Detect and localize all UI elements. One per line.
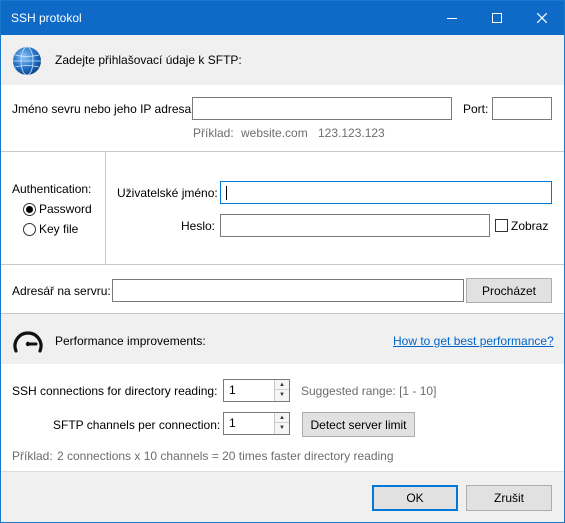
spin-up-button[interactable]: ▲ <box>275 380 289 390</box>
ssh-connections-label: SSH connections for directory reading: <box>12 384 218 398</box>
username-input[interactable] <box>220 181 552 204</box>
performance-label: Performance improvements: <box>55 334 206 348</box>
port-input[interactable] <box>492 97 552 120</box>
auth-section: Authentication: Password Key file Uživat… <box>1 152 564 264</box>
password-radio-label[interactable]: Password <box>39 202 92 216</box>
keyfile-radio-label[interactable]: Key file <box>39 222 78 236</box>
show-password-checkbox[interactable] <box>495 219 508 232</box>
auth-label: Authentication: <box>12 182 92 196</box>
maximize-icon <box>491 13 502 23</box>
spin-buttons: ▲ ▼ <box>274 380 289 401</box>
header-text: Zadejte přihlašovací údaje k SFTP: <box>55 53 242 67</box>
spin-down-button[interactable]: ▼ <box>275 423 289 433</box>
username-label: Uživatelské jméno: <box>117 186 218 200</box>
directory-input[interactable] <box>112 279 464 302</box>
spin-up-button[interactable]: ▲ <box>275 413 289 423</box>
maximize-button[interactable] <box>474 1 519 35</box>
connections-example-label: Příklad: <box>12 449 53 463</box>
directory-label: Adresář na servru: <box>12 284 111 298</box>
port-label: Port: <box>463 102 489 116</box>
ok-button[interactable]: OK <box>372 485 458 511</box>
server-label: Jméno sevru nebo jeho IP adresa: <box>12 102 195 116</box>
server-input[interactable] <box>192 97 452 120</box>
ssh-connections-stepper[interactable]: 1 ▲ ▼ <box>223 379 290 402</box>
window-title: SSH protokol <box>11 11 82 25</box>
sftp-channels-label: SFTP channels per connection: <box>53 418 221 432</box>
minimize-icon <box>446 18 457 19</box>
server-example-label: Příklad: <box>193 126 234 140</box>
connections-example-text: 2 connections x 10 channels = 20 times f… <box>57 449 394 463</box>
title-bar: SSH protokol <box>1 1 564 35</box>
server-example-2: 123.123.123 <box>318 126 385 140</box>
show-password-label[interactable]: Zobraz <box>511 219 548 233</box>
sftp-channels-stepper[interactable]: 1 ▲ ▼ <box>223 412 290 435</box>
detect-server-limit-button[interactable]: Detect server limit <box>302 412 415 437</box>
best-performance-link[interactable]: How to get best performance? <box>393 334 554 348</box>
minimize-button[interactable] <box>429 1 474 35</box>
connections-section: SSH connections for directory reading: 1… <box>1 364 564 471</box>
server-section: Jméno sevru nebo jeho IP adresa: Port: P… <box>1 85 564 151</box>
text-caret <box>226 186 227 200</box>
password-label: Heslo: <box>181 219 216 233</box>
password-input[interactable] <box>220 214 490 237</box>
ssh-connections-value: 1 <box>229 383 236 397</box>
browse-button[interactable]: Procházet <box>466 278 552 303</box>
close-icon <box>536 13 547 23</box>
header-band: Zadejte přihlašovací údaje k SFTP: <box>1 35 564 85</box>
server-example-1: website.com <box>241 126 308 140</box>
cancel-button[interactable]: Zrušit <box>466 485 552 511</box>
dialog-footer: OK Zrušit <box>1 471 564 522</box>
spin-buttons: ▲ ▼ <box>274 413 289 434</box>
globe-icon <box>13 46 41 76</box>
sftp-channels-value: 1 <box>229 416 236 430</box>
auth-divider <box>105 152 106 264</box>
ssh-dialog: SSH protokol Zadejte přihlašovací údaje … <box>0 0 565 523</box>
spin-down-button[interactable]: ▼ <box>275 390 289 400</box>
directory-section: Adresář na servru: Procházet <box>1 265 564 313</box>
password-radio[interactable] <box>23 203 36 216</box>
performance-band: Performance improvements: How to get bes… <box>1 314 564 364</box>
suggested-range: Suggested range: [1 - 10] <box>301 384 437 398</box>
keyfile-radio[interactable] <box>23 223 36 236</box>
speedometer-icon <box>13 331 43 353</box>
close-button[interactable] <box>519 1 564 35</box>
